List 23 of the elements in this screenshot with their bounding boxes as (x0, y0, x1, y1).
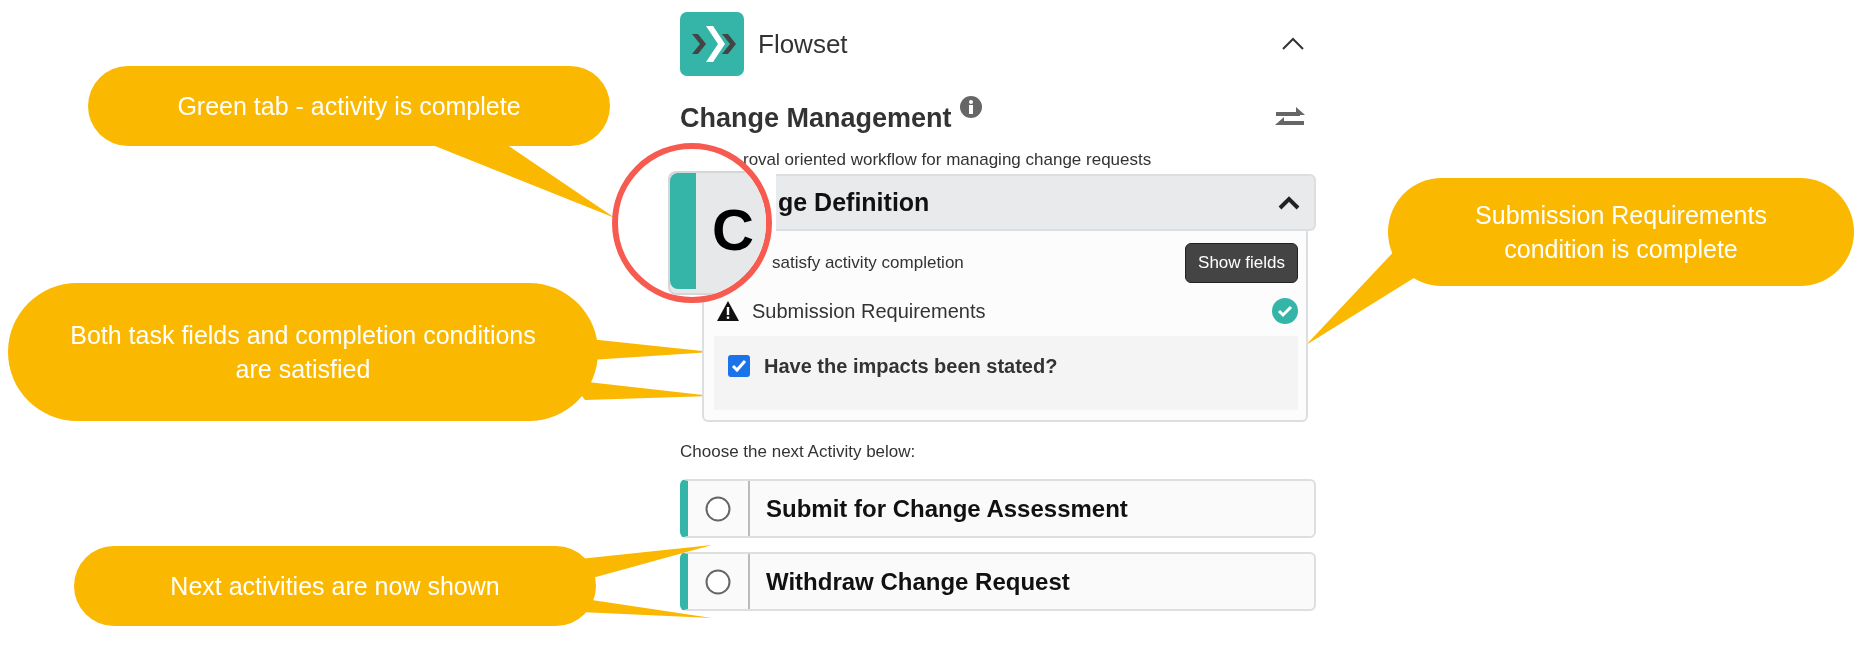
magnified-letter: C (712, 197, 754, 263)
activity-header[interactable]: ge Definition (776, 174, 1316, 231)
callout: Submission Requirements condition is complete (1388, 178, 1854, 286)
show-fields-button[interactable]: Show fields (1185, 243, 1298, 283)
callout: Next activities are now shown (74, 546, 596, 626)
callout: Both task fields and completion conditions are satisfied (8, 283, 598, 421)
instruction-text: satisfy activity completion (771, 253, 965, 273)
condition-name: Submission Requirements (752, 299, 987, 323)
radio-button[interactable] (705, 568, 731, 595)
activity-option[interactable]: Withdraw Change Request (680, 552, 1316, 611)
next-activity-prompt: Choose the next Activity below: (680, 441, 917, 463)
workflow-title: Change Management (680, 102, 952, 134)
field-label: Have the impacts been stated? (764, 354, 1058, 378)
workflow-description: roval oriented workflow for managing change requests (742, 149, 1153, 171)
app-name: Flowset (758, 28, 849, 60)
warning-icon (716, 300, 740, 322)
logo-icon (680, 12, 744, 76)
info-icon[interactable] (959, 96, 982, 118)
activity-option[interactable]: Submit for Change Assessment (680, 479, 1316, 538)
activity-title: ge Definition (778, 188, 931, 217)
collapse-chevron-icon[interactable] (1278, 195, 1300, 210)
radio-button[interactable] (705, 495, 731, 522)
checkbox[interactable] (728, 355, 750, 377)
